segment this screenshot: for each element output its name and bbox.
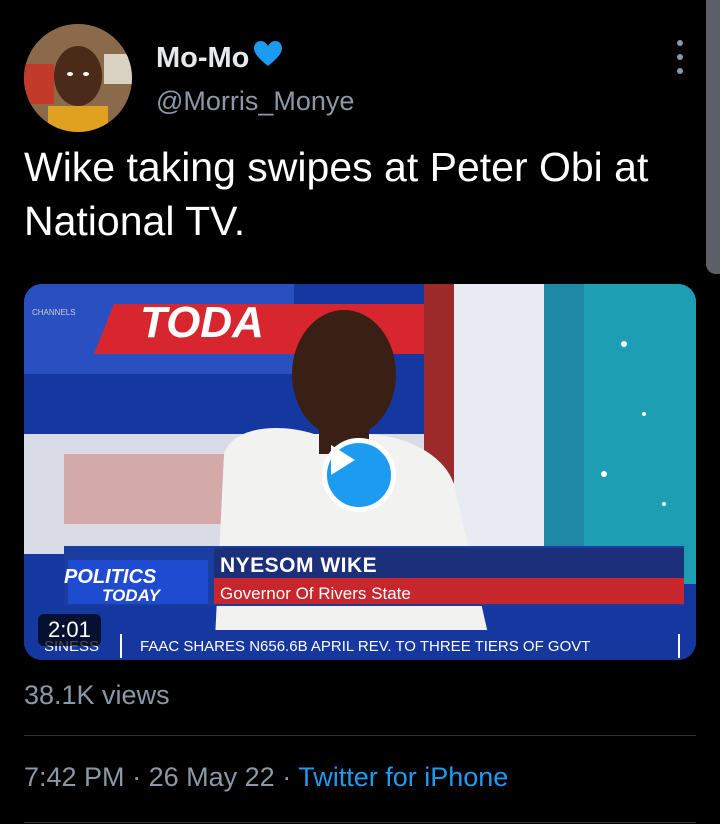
lower-third-name: NYESOM WIKE xyxy=(220,554,378,577)
lower-third-title: Governor Of Rivers State xyxy=(220,584,411,603)
play-icon xyxy=(331,445,355,475)
tweet-date[interactable]: 26 May 22 xyxy=(149,762,275,792)
news-ticker: FAAC SHARES N656.6B APRIL REV. TO THREE … xyxy=(140,638,591,655)
more-options-icon[interactable] xyxy=(668,40,692,74)
display-name-text: Mo-Mo xyxy=(156,41,250,74)
meta-separator: · xyxy=(282,762,292,792)
meta-separator: · xyxy=(132,762,142,792)
video-player[interactable]: CHANNELS TODA POLITICS TODAY NYESOM WIKE… xyxy=(24,284,696,660)
show-logo-today: TODAY xyxy=(102,586,160,605)
video-duration: 2:01 xyxy=(38,614,101,646)
tweet-text: Wike taking swipes at Peter Obi at Natio… xyxy=(24,144,649,244)
show-banner: TODA xyxy=(140,298,264,347)
divider xyxy=(24,822,696,823)
avatar[interactable] xyxy=(24,24,132,132)
scrollbar[interactable] xyxy=(706,0,720,274)
tweet-source-link[interactable]: Twitter for iPhone xyxy=(298,762,508,792)
play-button[interactable] xyxy=(322,438,396,512)
blue-heart-icon xyxy=(253,40,283,76)
display-name[interactable]: Mo-Mo xyxy=(156,40,283,76)
user-handle[interactable]: @Morris_Monye xyxy=(156,86,354,117)
view-count: 38.1K views xyxy=(24,680,170,710)
divider xyxy=(24,735,696,736)
tweet-metadata: 7:42 PM · 26 May 22 · Twitter for iPhone xyxy=(24,762,508,793)
channel-logo: CHANNELS xyxy=(32,308,76,317)
tweet-time[interactable]: 7:42 PM xyxy=(24,762,125,792)
